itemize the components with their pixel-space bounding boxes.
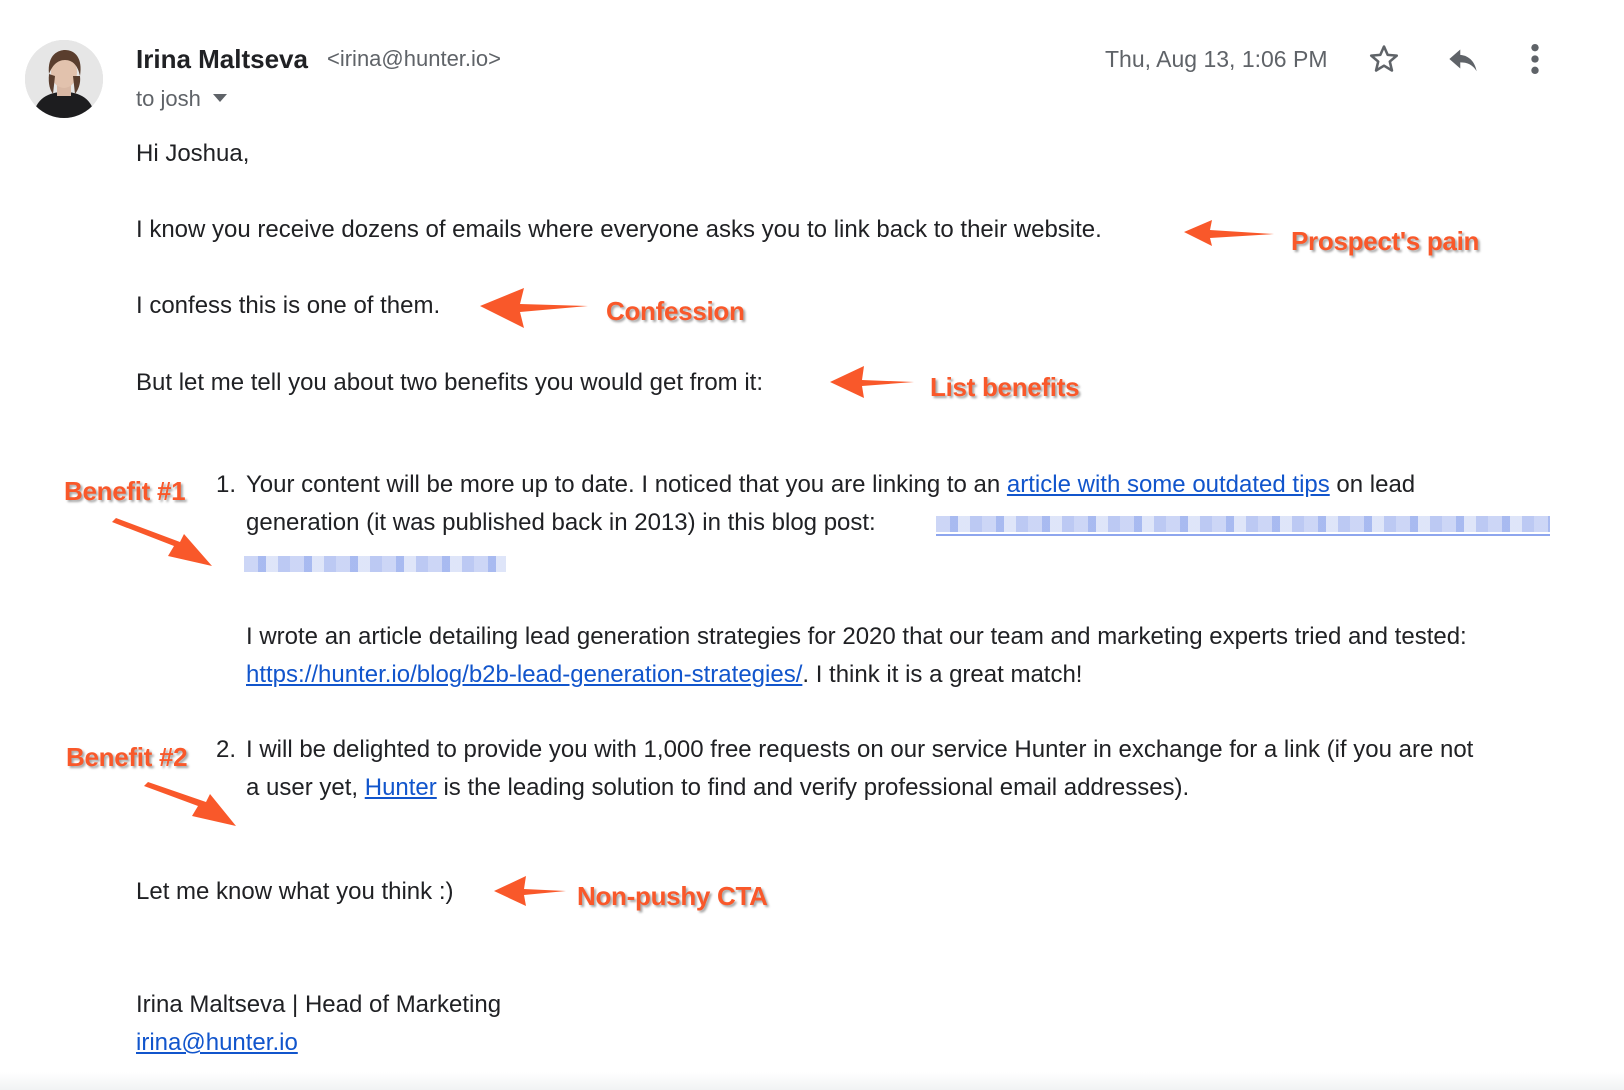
blurred-link-underline [936,534,1550,536]
list-item-1-para-2-line-2: https://hunter.io/blog/b2b-lead-generati… [246,656,1082,694]
list-item-1-line-2: generation (it was published back in 201… [246,509,876,536]
annotation-benefit-1: Benefit #1 [64,476,186,506]
hunter-link[interactable]: Hunter [365,774,437,801]
more-vert-icon[interactable] [1525,42,1545,76]
blurred-link-segment [936,516,1550,532]
annotation-prospects-pain: Prospect's pain [1291,226,1480,256]
outdated-article-link[interactable]: article with some outdated tips [1007,471,1330,498]
email-view: Irina Maltseva <irina@hunter.io> to josh… [0,0,1624,1090]
sender-email: <irina@hunter.io> [327,46,502,71]
annotation-benefit-2: Benefit #2 [66,742,188,772]
annotation-arrow [830,366,914,398]
recipient-details-toggle[interactable]: to josh [136,86,227,112]
list-item-1-para-2-end: . I think it is a great match! [802,661,1083,688]
annotation-list-benefits: List benefits [930,372,1080,402]
cta-paragraph: Let me know what you think :) [136,878,454,905]
annotation-arrow [494,876,566,906]
benefits-intro: But let me tell you about two benefits y… [136,369,763,396]
list-item-2-line-1: I will be delighted to provide you with … [246,736,1474,763]
annotation-arrow [112,518,212,566]
list-item-2-text: a user yet, [246,774,365,801]
list-item-1-line-1: Your content will be more up to date. I … [246,466,1415,504]
signature-email-line: irina@hunter.io [136,1024,298,1062]
annotation-confession: Confession [606,296,745,326]
greeting: Hi Joshua, [136,140,250,167]
list-item-2-text-end: is the leading solution to find and veri… [436,774,1190,801]
sent-date: Thu, Aug 13, 1:06 PM [1105,46,1328,72]
signature-name: Irina Maltseva | Head of Marketing [136,991,502,1018]
pain-paragraph: I know you receive dozens of emails wher… [136,216,1102,243]
star-icon[interactable] [1367,42,1401,76]
list-item-number: 1. [216,471,237,498]
annotation-arrow [480,288,588,328]
confession-paragraph: I confess this is one of them. [136,292,441,319]
signature-email-link[interactable]: irina@hunter.io [136,1029,298,1056]
bottom-fade [0,1072,1624,1090]
annotation-arrow [144,782,236,826]
sender-name[interactable]: Irina Maltseva [136,44,308,75]
reply-icon[interactable] [1446,44,1480,74]
list-item-number: 2. [216,736,237,763]
blurred-link-segment [244,556,506,572]
annotation-arrow [1184,220,1274,246]
annotation-non-pushy-cta: Non-pushy CTA [577,881,768,911]
chevron-down-icon[interactable] [212,94,227,102]
list-item-2-line-2: a user yet, Hunter is the leading soluti… [246,769,1189,807]
avatar[interactable] [25,40,103,118]
list-item-1-text-end: on lead [1329,471,1416,498]
strategies-article-link[interactable]: https://hunter.io/blog/b2b-lead-generati… [246,661,802,688]
avatar-photo [25,40,103,118]
recipient-label: to josh [136,86,201,111]
list-item-1-text: Your content will be more up to date. I … [246,471,1007,498]
list-item-1-para-2: I wrote an article detailing lead genera… [246,623,1467,650]
